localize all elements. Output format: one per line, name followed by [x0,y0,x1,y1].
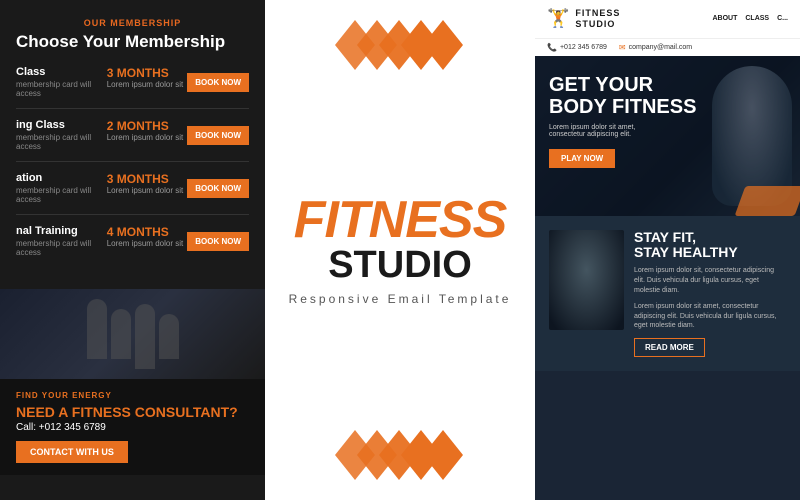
fitness-studio-title: FITNESS STUDIO Responsive Email Template [269,184,532,316]
contact-bar: 📞 +012 345 6789 ✉ company@mail.com [535,38,800,56]
month-label: 3 MONTHS [107,172,183,186]
month-label: 3 MONTHS [107,66,183,80]
person-silhouette [111,309,131,359]
find-energy-label: FIND YOUR ENERGY [16,391,249,400]
month-desc: Lorem ipsum dolor sit [107,80,183,89]
membership-item: ing Class membership card will access 2 … [16,119,249,162]
hero-title: GET YOURBODY FITNESS [549,74,786,118]
month-label: 4 MONTHS [107,225,183,239]
nav-more[interactable]: C... [777,15,788,22]
hero-subtitle: Lorem ipsum dolor sit amet, consectetur … [549,124,669,138]
person-silhouette [135,304,155,369]
studio-text: STUDIO [289,246,512,284]
stay-fit-text-1: Lorem ipsum dolor sit, consectetur adipi… [634,266,786,295]
stay-fit-image [549,230,624,330]
membership-name: ing Class [16,119,103,131]
dumbbell-icon: 🏋 [547,8,569,29]
membership-item: nal Training membership card will access… [16,225,249,267]
nav-about[interactable]: ABOUT [712,15,737,22]
our-membership-label: OUR MEMBERSHIP [16,18,249,28]
nav-items: ABOUT CLASS C... [712,15,788,22]
read-more-button[interactable]: READ MORE [634,338,705,357]
tagline-text: Responsive Email Template [289,292,512,306]
month-desc: Lorem ipsum dolor sit [107,186,183,195]
fitness-text: FITNESS [289,194,512,246]
membership-info: Class membership card will access [16,66,103,98]
membership-info: ation membership card will access [16,172,103,204]
book-now-button[interactable]: BOOK NOW [187,73,249,92]
email-info: ✉ company@mail.com [619,43,692,52]
person-silhouette [159,314,179,359]
month-label: 2 MONTHS [107,119,183,133]
gym-silhouette [87,299,179,369]
membership-info: nal Training membership card will access [16,225,103,257]
membership-section: OUR MEMBERSHIP Choose Your Membership Cl… [0,0,265,289]
choose-membership-title: Choose Your Membership [16,32,249,52]
month-desc: Lorem ipsum dolor sit [107,133,183,142]
book-now-button[interactable]: BOOK NOW [187,232,249,251]
chevrons-bottom-svg [335,430,465,480]
arrows-bottom [335,430,465,480]
person-silhouette [87,299,107,359]
stay-fit-content: STAY FIT,STAY HEALTHY Lorem ipsum dolor … [634,230,786,358]
orange-brush-decoration [735,186,800,216]
stay-fit-section: STAY FIT,STAY HEALTHY Lorem ipsum dolor … [535,216,800,372]
call-number: Call: +012 345 6789 [16,422,249,433]
book-now-button[interactable]: BOOK NOW [187,179,249,198]
membership-item: ation membership card will access 3 MONT… [16,172,249,215]
gym-background [0,289,265,379]
membership-desc: membership card will access [16,133,103,151]
membership-item: Class membership card will access 3 MONT… [16,66,249,109]
right-panel: 🏋 FITNESS STUDIO ABOUT CLASS C... 📞 +012… [535,0,800,500]
membership-name: ation [16,172,103,184]
logo-area: 🏋 FITNESS STUDIO [547,8,620,30]
book-now-button[interactable]: BOOK NOW [187,126,249,145]
athlete-silhouette [549,230,624,330]
consultant-content: FIND YOUR ENERGY NEED A FITNESS CONSULTA… [16,391,249,463]
nav-class[interactable]: CLASS [745,15,769,22]
month-desc: Lorem ipsum dolor sit [107,239,183,248]
membership-name: nal Training [16,225,103,237]
membership-info: ing Class membership card will access [16,119,103,151]
stay-fit-text-2: Lorem ipsum dolor sit amet, consectetur … [634,302,786,331]
phone-icon: 📞 [547,43,557,52]
play-now-button[interactable]: PLAY NOW [549,149,615,168]
stay-fit-title: STAY FIT,STAY HEALTHY [634,230,786,261]
membership-desc: membership card will access [16,186,103,204]
need-consultant-title: NEED A FITNESS CONSULTANT? [16,404,249,420]
contact-button[interactable]: CONTACT WITH US [16,441,128,463]
consultant-section: FIND YOUR ENERGY NEED A FITNESS CONSULTA… [0,379,265,475]
need-prefix: N [16,404,26,420]
arrows-top [335,20,465,70]
chevrons-top-svg [335,20,465,70]
logo-text: FITNESS STUDIO [575,8,620,30]
hero-section: GET YOURBODY FITNESS Lorem ipsum dolor s… [535,56,800,216]
email-icon: ✉ [619,43,626,52]
right-header: 🏋 FITNESS STUDIO ABOUT CLASS C... [535,0,800,38]
hero-content: GET YOURBODY FITNESS Lorem ipsum dolor s… [535,56,800,186]
membership-name: Class [16,66,103,78]
middle-panel: FITNESS STUDIO Responsive Email Template [265,0,535,500]
membership-desc: membership card will access [16,239,103,257]
left-panel: OUR MEMBERSHIP Choose Your Membership Cl… [0,0,265,500]
phone-info: 📞 +012 345 6789 [547,43,607,52]
membership-desc: membership card will access [16,80,103,98]
